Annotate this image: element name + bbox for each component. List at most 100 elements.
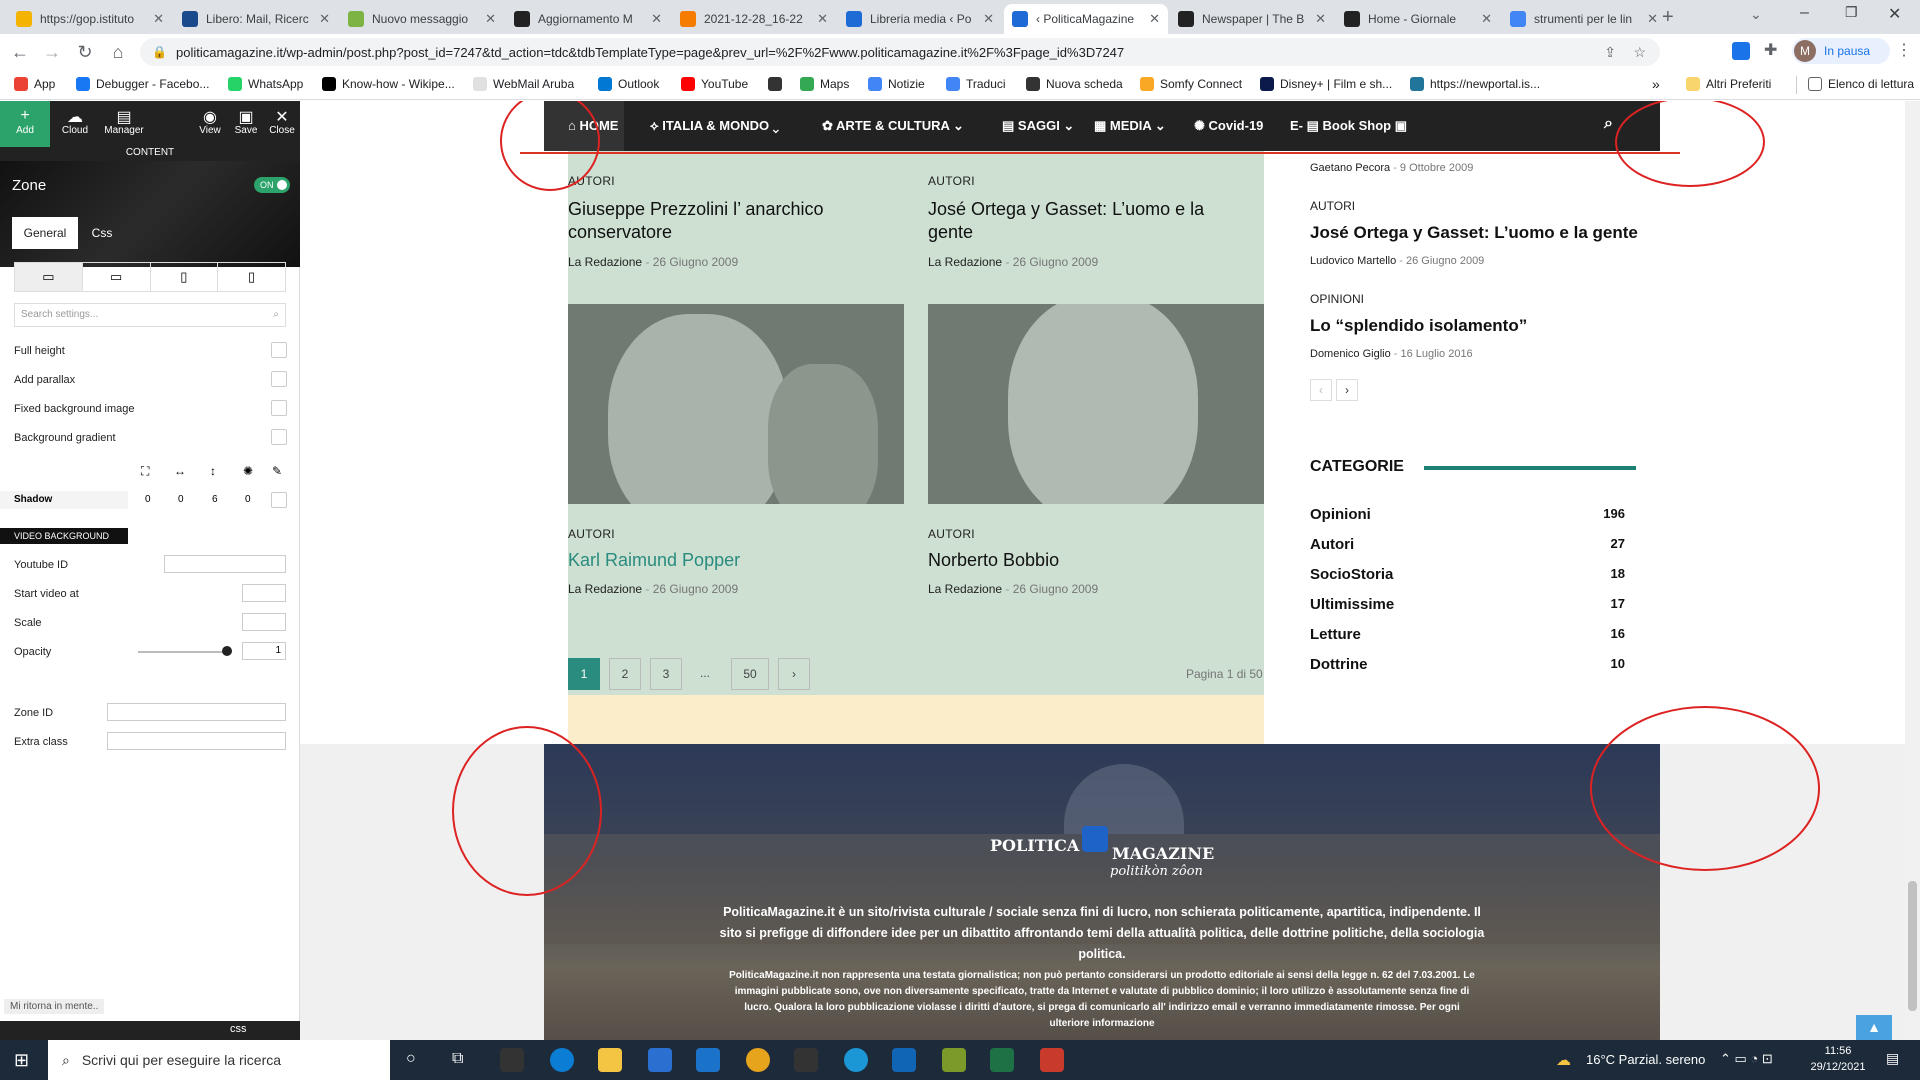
nav-saggi[interactable]: ▤ SAGGI ⌄ <box>1002 118 1074 134</box>
nav-ebook[interactable]: E- ▤ Book Shop ▣ <box>1290 118 1407 134</box>
category-item[interactable]: Dottrine 10 <box>1310 656 1625 673</box>
bookmark-item[interactable]: Maps <box>800 77 849 91</box>
css-button[interactable]: css <box>230 1023 247 1035</box>
card-title[interactable]: Giuseppe Prezzolini l’ anarchico conserv… <box>568 198 888 244</box>
bookmark-star-icon[interactable]: ☆ <box>1633 38 1646 66</box>
scale-input[interactable] <box>242 613 286 631</box>
bookmarks-overflow-button[interactable]: » <box>1652 76 1660 92</box>
close-tab-icon[interactable]: ✕ <box>651 11 662 27</box>
opacity-slider[interactable] <box>138 651 230 653</box>
restore-button[interactable]: ❐ <box>1845 4 1858 21</box>
tray-icons[interactable]: ⌃ ▭ ◔ ⊡ <box>1720 1051 1773 1067</box>
close-tab-icon[interactable]: ✕ <box>1149 11 1160 27</box>
card-title[interactable]: Norberto Bobbio <box>928 549 1059 572</box>
bookmark-item[interactable] <box>768 77 788 91</box>
opacity-slider-handle[interactable] <box>222 646 232 656</box>
cloud-button[interactable]: ☁ Cloud <box>55 107 95 136</box>
windows-start-icon[interactable]: ⊞ <box>14 1050 29 1071</box>
bookmark-item[interactable]: Outlook <box>598 77 659 91</box>
scrollbar-thumb[interactable] <box>1908 881 1917 1011</box>
browser-tab[interactable]: strumenti per le lin ✕ <box>1502 4 1666 34</box>
horizontal-arrow-icon[interactable]: ↔ <box>174 464 186 478</box>
app-icon[interactable] <box>942 1048 966 1072</box>
bg-gradient-checkbox[interactable] <box>271 429 287 445</box>
card-title[interactable]: Karl Raimund Popper <box>568 549 740 572</box>
add-button[interactable]: + Add <box>5 107 45 136</box>
card-author[interactable]: La Redazione <box>928 582 1002 596</box>
sidebar-author[interactable]: Gaetano Pecora <box>1310 162 1390 174</box>
chrome-icon[interactable] <box>746 1048 770 1072</box>
close-window-button[interactable]: ✕ <box>1888 4 1901 24</box>
pagination-page[interactable]: 3 <box>650 658 682 690</box>
browser-tab[interactable]: Nuovo messaggio ✕ <box>340 4 504 34</box>
bookmark-item[interactable]: YouTube <box>681 77 748 91</box>
translate-extension-icon[interactable] <box>1732 42 1750 60</box>
opacity-input[interactable]: 1 <box>242 642 286 660</box>
category-item[interactable]: Ultimissime 17 <box>1310 596 1625 613</box>
shadow-color-swatch[interactable] <box>271 492 287 508</box>
browser-tab[interactable]: Aggiornamento M ✕ <box>506 4 670 34</box>
close-tab-icon[interactable]: ✕ <box>319 11 330 27</box>
zone-toggle[interactable]: ON <box>254 177 290 193</box>
search-settings-input[interactable]: Search settings... ⌕ <box>14 303 286 327</box>
reading-list-button[interactable]: Elenco di lettura <box>1808 77 1914 91</box>
minimize-button[interactable]: – <box>1800 4 1809 22</box>
tablet-portrait-icon[interactable]: ▯ <box>151 263 219 291</box>
card-category[interactable]: AUTORI <box>928 174 975 188</box>
phone-icon[interactable]: ▯ <box>218 263 285 291</box>
notifications-icon[interactable]: ▤ <box>1886 1050 1899 1067</box>
tablet-landscape-icon[interactable]: ▭ <box>83 263 151 291</box>
bookmark-item[interactable]: Nuova scheda <box>1026 77 1123 91</box>
close-tab-icon[interactable]: ✕ <box>1481 11 1492 27</box>
manager-button[interactable]: ▤ Manager <box>104 107 144 136</box>
taskbar-clock[interactable]: 11:56 29/12/2021 <box>1808 1043 1868 1075</box>
save-button[interactable]: ▣ Save <box>226 107 266 136</box>
extensions-icon[interactable]: ✚ <box>1764 40 1777 60</box>
browser-tab[interactable]: Libero: Mail, Ricerc ✕ <box>174 4 338 34</box>
bookmark-item[interactable]: Traduci <box>946 77 1006 91</box>
file-explorer-icon[interactable] <box>598 1048 622 1072</box>
store-icon[interactable] <box>648 1048 672 1072</box>
browser-tab[interactable]: Libreria media ‹ Po ✕ <box>838 4 1002 34</box>
tab-css[interactable]: Css <box>84 217 120 249</box>
bookmark-item[interactable]: WebMail Aruba <box>473 77 574 91</box>
app-icon[interactable] <box>500 1048 524 1072</box>
card-author[interactable]: La Redazione <box>568 255 642 269</box>
sidebar-category[interactable]: AUTORI <box>1310 199 1355 213</box>
bookmark-item[interactable]: WhatsApp <box>228 77 303 91</box>
sidebar-next-button[interactable]: › <box>1336 379 1358 401</box>
pagination-page[interactable]: 1 <box>568 658 600 690</box>
profile-button[interactable]: M In pausa <box>1792 38 1890 64</box>
close-button[interactable]: ✕ Close <box>262 107 302 136</box>
card-author[interactable]: La Redazione <box>568 582 642 596</box>
bookmark-item[interactable]: Somfy Connect <box>1140 77 1242 91</box>
close-tab-icon[interactable]: ✕ <box>485 11 496 27</box>
home-icon[interactable]: ⌂ <box>106 40 130 64</box>
blur-icon[interactable]: ✺ <box>243 464 253 478</box>
app-icon[interactable] <box>794 1048 818 1072</box>
edge-icon[interactable] <box>550 1048 574 1072</box>
card-title[interactable]: José Ortega y Gasset: L’uomo e la gente <box>928 198 1248 244</box>
card-category[interactable]: AUTORI <box>928 527 975 541</box>
page-scrollbar[interactable] <box>1905 101 1920 1040</box>
footer-logo-left[interactable]: POLITICA <box>990 836 1079 855</box>
desktop-icon[interactable]: ▭ <box>15 263 83 291</box>
start-video-input[interactable] <box>242 584 286 602</box>
expand-icon[interactable]: ⛶ <box>141 464 149 479</box>
app-icon[interactable] <box>844 1048 868 1072</box>
bookmark-item[interactable]: Debugger - Facebo... <box>76 77 209 91</box>
close-tab-icon[interactable]: ✕ <box>1315 11 1326 27</box>
weather-text[interactable]: 16°C Parzial. sereno <box>1586 1052 1705 1067</box>
card-image-popper[interactable] <box>568 304 904 504</box>
sidebar-author[interactable]: Ludovico Martello <box>1310 255 1396 267</box>
sidebar-post-title[interactable]: José Ortega y Gasset: L’uomo e la gente <box>1310 223 1638 243</box>
browser-tab[interactable]: Home - Giornale ✕ <box>1336 4 1500 34</box>
category-item[interactable]: Opinioni 196 <box>1310 506 1625 523</box>
color-picker-icon[interactable]: ✎ <box>272 464 282 478</box>
share-icon[interactable]: ⇪ <box>1604 38 1616 66</box>
pagination-next[interactable]: › <box>778 658 810 690</box>
close-tab-icon[interactable]: ✕ <box>817 11 828 27</box>
fixed-bg-checkbox[interactable] <box>271 400 287 416</box>
new-tab-button[interactable]: + <box>1662 6 1674 29</box>
pagination-page[interactable]: 50 <box>731 658 769 690</box>
